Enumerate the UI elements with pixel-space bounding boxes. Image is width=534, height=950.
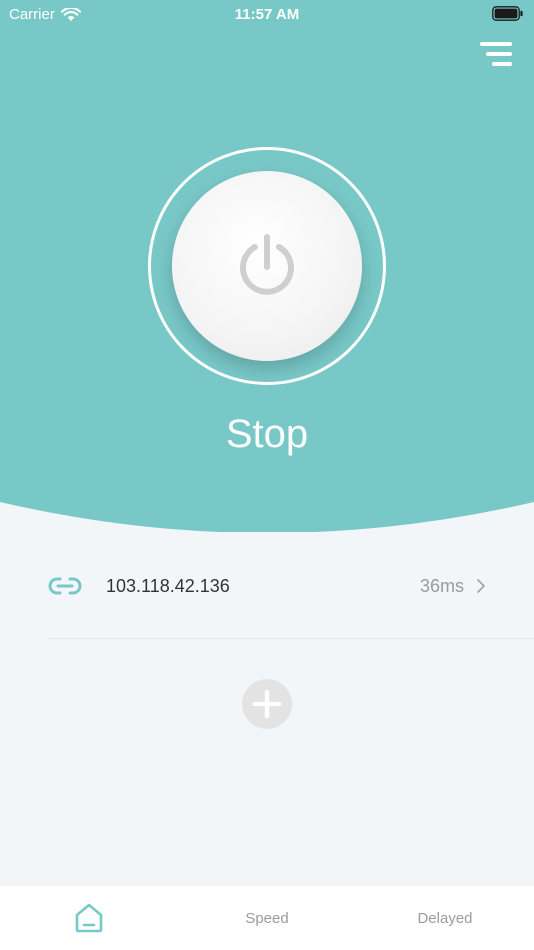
power-icon [240, 234, 294, 295]
tab-delayed[interactable]: Delayed [356, 886, 534, 950]
add-server-button[interactable] [242, 679, 292, 729]
status-bar: Carrier 11:57 AM [0, 0, 534, 28]
tab-speed[interactable]: Speed [178, 886, 356, 950]
tab-delayed-label: Delayed [417, 909, 473, 927]
plus-icon [252, 689, 282, 719]
server-ip: 103.118.42.136 [106, 575, 230, 596]
battery-icon [492, 6, 523, 21]
link-icon [48, 577, 82, 595]
home-icon [75, 903, 103, 933]
tab-bar: Speed Delayed [0, 886, 534, 950]
hero-panel: Carrier 11:57 AM Stop [0, 0, 534, 532]
tab-home[interactable] [0, 886, 178, 950]
power-button[interactable] [172, 171, 362, 361]
tab-speed-label: Speed [245, 909, 289, 927]
server-latency: 36ms [419, 575, 464, 596]
connection-state-label: Stop [225, 412, 309, 456]
status-time: 11:57 AM [234, 6, 300, 23]
menu-icon[interactable] [480, 42, 514, 68]
chevron-right-icon [477, 579, 485, 593]
server-divider [48, 638, 534, 639]
server-row[interactable]: 103.118.42.136 36ms [48, 560, 534, 612]
